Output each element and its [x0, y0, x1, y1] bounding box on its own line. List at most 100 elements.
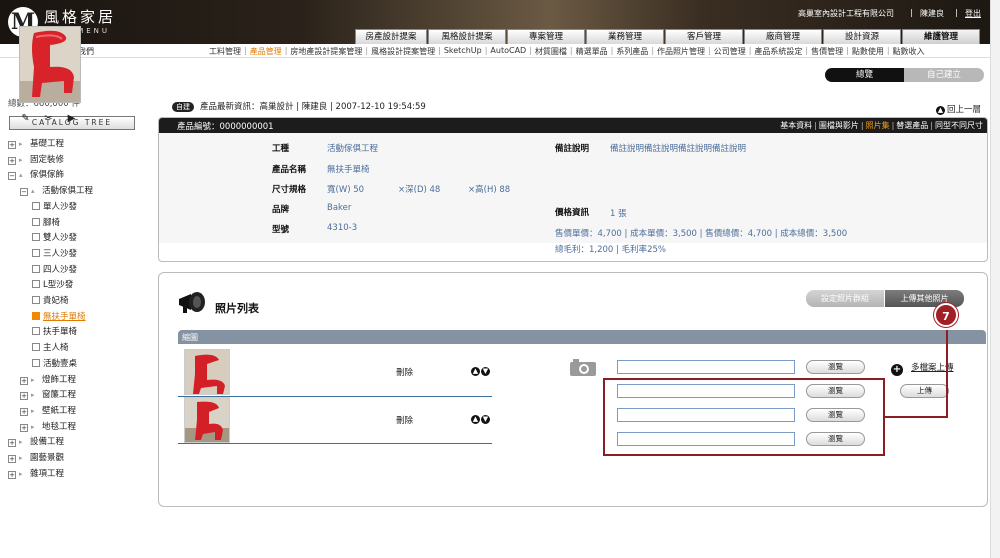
delete-photo-link[interactable]: 刪除: [396, 366, 413, 378]
company-name: 高巢室內設計工程有限公司: [798, 9, 894, 18]
scrollbar[interactable]: [990, 0, 1000, 558]
tree-item[interactable]: 無扶手單椅: [32, 311, 86, 323]
subnav-item[interactable]: 系列產品: [615, 46, 649, 57]
back-button[interactable]: ▲ 回上一層: [936, 103, 981, 115]
delete-photo-link[interactable]: 刪除: [396, 414, 413, 426]
tree-item[interactable]: + ▸ 園藝景觀: [8, 452, 64, 464]
collapse-icon[interactable]: −: [20, 188, 28, 197]
main-tab[interactable]: 設計資源: [823, 29, 901, 44]
subnav-item[interactable]: 精選單品: [575, 46, 609, 57]
move-up-icon[interactable]: ▲: [471, 367, 480, 376]
tree-item[interactable]: + ▸ 壁紙工程: [20, 405, 76, 417]
tree-item[interactable]: 扶手單椅: [32, 326, 77, 338]
tree-item-label: 雜項工程: [30, 468, 65, 479]
logout-link[interactable]: 登出: [965, 8, 981, 19]
tree-item[interactable]: + ▸ 地毯工程: [20, 421, 76, 433]
tree-item[interactable]: + ▸ 雜項工程: [8, 468, 64, 480]
tree-item[interactable]: − ▴ 活動傢俱工程: [20, 185, 93, 197]
subnav-item[interactable]: 產品系統設定: [753, 46, 803, 57]
tab-separator: |: [814, 121, 817, 130]
subnav-item[interactable]: 材質圖檔: [534, 46, 568, 57]
price-details: 售價單價：4,700 | 成本單價：3,500 | 售價總價：4,700 | 成…: [555, 229, 848, 239]
tree-item[interactable]: 單人沙發: [32, 201, 77, 213]
reorder-controls: ▲ ▼: [471, 415, 490, 424]
value-model: 4310-3: [327, 223, 358, 233]
tree-item[interactable]: 三人沙發: [32, 248, 77, 260]
product-tab[interactable]: 替選產品: [896, 121, 928, 130]
subnav-item[interactable]: 點數使用: [851, 46, 885, 57]
arrow-up-icon: ▲: [936, 106, 945, 115]
expand-icon[interactable]: +: [20, 423, 28, 432]
tree-item-label: 園藝景觀: [30, 453, 65, 463]
subnav-item[interactable]: 公司管理: [713, 46, 747, 57]
overview-toggle[interactable]: 總覽: [825, 68, 904, 82]
tree-item[interactable]: + ▸ 窗簾工程: [20, 389, 76, 401]
move-down-icon[interactable]: ▼: [481, 415, 490, 424]
main-tab[interactable]: 廠商管理: [744, 29, 822, 44]
main-tab[interactable]: 專案管理: [507, 29, 585, 44]
subnav-item[interactable]: 作品照片管理: [656, 46, 706, 57]
subnav-item[interactable]: 房地產設計提案管理: [289, 46, 363, 57]
tree-item[interactable]: L型沙發: [32, 279, 73, 291]
tree-item[interactable]: 貴妃椅: [32, 295, 69, 307]
folder-icon: ▴: [19, 171, 23, 180]
subnav-item[interactable]: 售價管理: [810, 46, 844, 57]
tree-item[interactable]: 活動壹桌: [32, 358, 77, 370]
expand-icon[interactable]: +: [20, 376, 28, 385]
photo-thumbnail[interactable]: [184, 397, 230, 443]
label-brand: 品牌: [272, 205, 290, 215]
tree-item[interactable]: + ▸ 基礎工程: [8, 138, 64, 150]
expand-icon[interactable]: +: [8, 470, 16, 479]
product-tab[interactable]: 基本資料: [780, 121, 812, 130]
upload-button[interactable]: 上傳: [900, 384, 949, 398]
file-input[interactable]: [617, 360, 795, 374]
product-photo[interactable]: [19, 26, 81, 103]
tree-item[interactable]: 主人椅: [32, 342, 69, 354]
expand-icon[interactable]: +: [20, 407, 28, 416]
main-tab[interactable]: 維護管理: [902, 29, 980, 44]
subnav-item[interactable]: SketchUp: [443, 46, 483, 57]
move-down-icon[interactable]: ▼: [481, 367, 490, 376]
main-tab[interactable]: 房產設計提案: [355, 29, 427, 44]
main-tab[interactable]: 風格設計提案: [428, 29, 506, 44]
self-build-toggle[interactable]: 自己建立: [904, 68, 984, 82]
subnav-item[interactable]: AutoCAD: [489, 46, 527, 57]
subnav-item[interactable]: 風格設計提案管理: [370, 46, 436, 57]
product-tab[interactable]: 同型不同尺寸: [935, 121, 983, 130]
play-icon[interactable]: ▶: [65, 113, 78, 124]
subnav-separator: |: [748, 46, 752, 55]
expand-icon[interactable]: +: [20, 392, 28, 401]
tree-item[interactable]: 雙人沙發: [32, 232, 77, 244]
label-remark: 備註說明: [555, 144, 590, 154]
thumbnail-header: 縮圖: [178, 330, 986, 344]
move-up-icon[interactable]: ▲: [471, 415, 480, 424]
expand-icon[interactable]: +: [8, 455, 16, 463]
tree-item-label: 活動傢俱工程: [42, 186, 94, 197]
cut-icon[interactable]: ✂: [42, 113, 55, 124]
value-category: 活動傢俱工程: [327, 144, 379, 154]
expand-icon[interactable]: +: [8, 439, 16, 448]
tree-item[interactable]: + ▸ 固定裝修: [8, 154, 64, 166]
subnav-item[interactable]: 工料管理: [208, 46, 242, 57]
expand-icon[interactable]: +: [8, 141, 16, 149]
product-tab[interactable]: 照片集: [866, 121, 890, 130]
main-tab[interactable]: 業務管理: [586, 29, 664, 44]
pen-icon[interactable]: ✎: [19, 113, 32, 124]
tree-item[interactable]: − ▴ 傢俱傢飾: [8, 169, 64, 181]
subnav-item[interactable]: 點數收入: [892, 46, 926, 57]
subnav-separator: |: [484, 46, 488, 55]
tree-item[interactable]: 四人沙發: [32, 264, 77, 276]
main-tab[interactable]: 客戶管理: [665, 29, 743, 44]
product-tab[interactable]: 圖檔與影片: [819, 121, 859, 130]
multi-file-upload-link[interactable]: + 多檔案上傳: [891, 361, 954, 376]
browse-button[interactable]: 瀏覽: [806, 360, 865, 374]
collapse-icon[interactable]: −: [8, 172, 16, 181]
set-photo-group-button[interactable]: 設定照片群組: [806, 290, 884, 307]
expand-icon[interactable]: +: [8, 156, 16, 165]
photo-thumbnail[interactable]: [184, 349, 230, 395]
tree-item[interactable]: + ▸ 燈飾工程: [20, 374, 76, 386]
tree-item[interactable]: + ▸ 設備工程: [8, 436, 64, 448]
subnav-item[interactable]: 產品管理: [249, 46, 283, 57]
tree-item-label: 單人沙發: [43, 201, 78, 212]
tree-item[interactable]: 腳椅: [32, 217, 60, 229]
